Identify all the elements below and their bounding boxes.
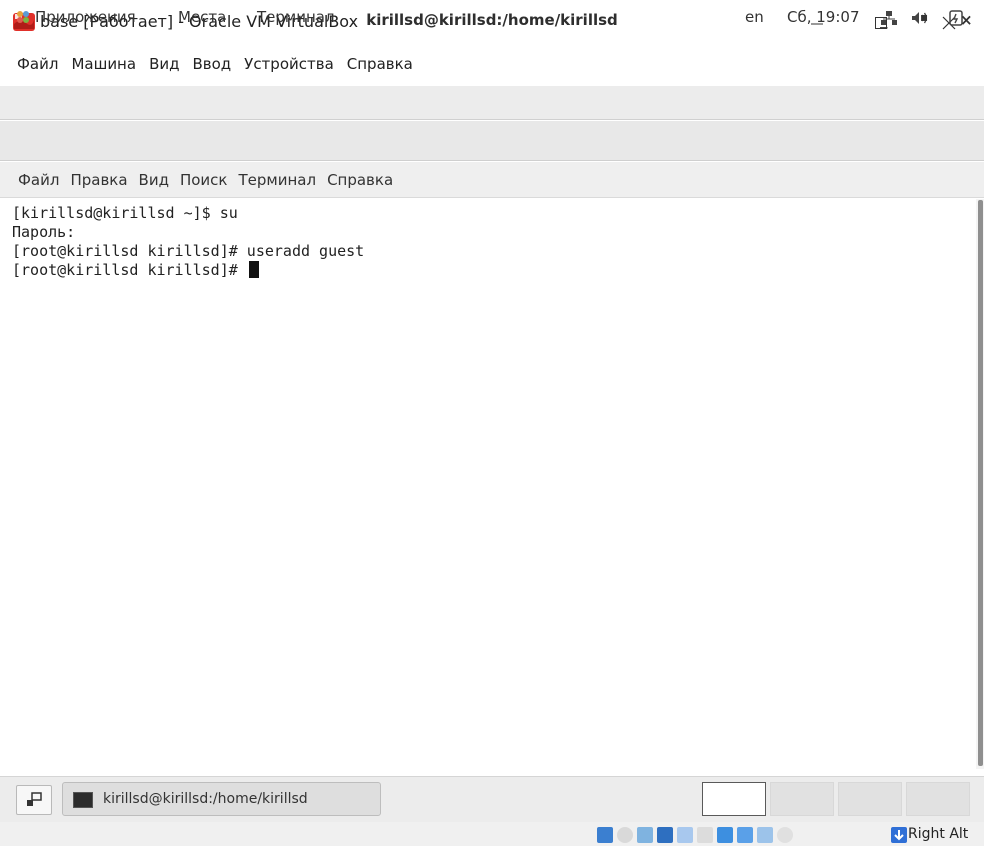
guest-top-panel: [0, 86, 984, 120]
host-key-label: Right Alt: [908, 826, 969, 842]
terminal-output[interactable]: [kirillsd@kirillsd ~]$ su Пароль: [root@…: [0, 199, 976, 769]
terminal-close-button[interactable]: ×: [960, 11, 973, 29]
terminal-line: [root@kirillsd kirillsd]# useradd guest: [12, 242, 365, 260]
host-status-bar: Right Alt: [0, 822, 984, 846]
terminal-icon: [73, 792, 93, 808]
shared-folders-icon[interactable]: [697, 827, 713, 843]
show-desktop-button[interactable]: [16, 785, 52, 815]
terminal-line: Пароль:: [12, 223, 76, 241]
workspace-2[interactable]: [770, 782, 834, 816]
taskbar-window-label: kirillsd@kirillsd:/home/kirillsd: [103, 791, 308, 807]
display-icon[interactable]: [717, 827, 733, 843]
terminal-prompt: [root@kirillsd kirillsd]#: [12, 261, 247, 279]
storage-icon[interactable]: [597, 827, 613, 843]
host-menu-devices[interactable]: Устройства: [244, 55, 347, 81]
host-menubar: Файл Машина Вид Ввод Устройства Справка: [0, 55, 984, 81]
host-menu-file[interactable]: Файл: [17, 55, 71, 81]
workspace-4[interactable]: [906, 782, 970, 816]
guest-taskbar: kirillsd@kirillsd:/home/kirillsd: [0, 776, 984, 822]
host-menu-help[interactable]: Справка: [347, 55, 426, 81]
usb-icon[interactable]: [677, 827, 693, 843]
terminal-menu-help[interactable]: Справка: [327, 171, 404, 189]
workspace-3[interactable]: [838, 782, 902, 816]
terminal-maximize-button[interactable]: ▪: [920, 10, 928, 24]
show-desktop-icon: [27, 792, 42, 806]
host-menu-view[interactable]: Вид: [149, 55, 192, 81]
terminal-menu-edit[interactable]: Правка: [70, 171, 138, 189]
taskbar-window-button[interactable]: kirillsd@kirillsd:/home/kirillsd: [62, 782, 381, 816]
terminal-menu-terminal[interactable]: Терминал: [238, 171, 327, 189]
terminal-header: [0, 121, 984, 161]
terminal-line: [kirillsd@kirillsd ~]$ su: [12, 204, 238, 222]
optical-icon[interactable]: [617, 827, 633, 843]
host-key-icon[interactable]: [891, 827, 907, 843]
terminal-menubar: Файл Правка Вид Поиск Терминал Справка: [0, 162, 984, 198]
terminal-scrollbar-thumb[interactable]: [978, 200, 983, 766]
workspace-1[interactable]: [702, 782, 766, 816]
cpu-icon[interactable]: [757, 827, 773, 843]
terminal-prompt-line: [root@kirillsd kirillsd]#: [12, 261, 976, 280]
capture-icon[interactable]: [737, 827, 753, 843]
host-menu-machine[interactable]: Машина: [71, 55, 149, 81]
terminal-cursor: [248, 261, 259, 278]
audio-icon[interactable]: [637, 827, 653, 843]
terminal-window-title: kirillsd@kirillsd:/home/kirillsd: [366, 11, 618, 29]
mouse-integration-icon[interactable]: [777, 827, 793, 843]
host-menu-input[interactable]: Ввод: [192, 55, 244, 81]
terminal-menu-search[interactable]: Поиск: [180, 171, 239, 189]
terminal-menu-view[interactable]: Вид: [139, 171, 180, 189]
network-icon[interactable]: [657, 827, 673, 843]
terminal-menu-file[interactable]: Файл: [18, 171, 70, 189]
terminal-minimize-button[interactable]: _: [880, 11, 888, 29]
